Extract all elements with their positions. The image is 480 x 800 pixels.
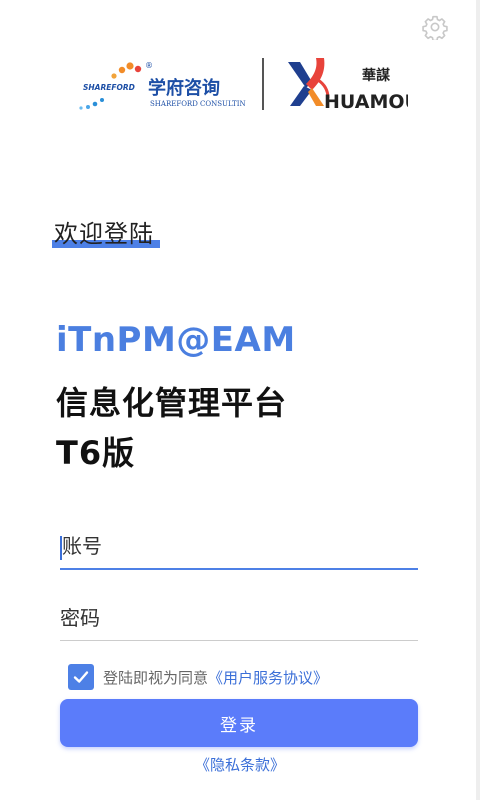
password-field [60, 606, 418, 641]
app-version: T6版 [56, 434, 136, 472]
login-button[interactable]: 登录 [60, 699, 418, 747]
password-underline [60, 640, 418, 641]
brand-logos: ® SHAREFORD 学府咨询 SHAREFORD CONSULTING 華謀… [78, 52, 408, 118]
shareford-en-name: SHAREFORD CONSULTING [150, 100, 246, 108]
welcome-heading: 欢迎登陆 [52, 214, 160, 249]
agreement-checkbox[interactable] [68, 664, 94, 690]
account-input[interactable] [60, 534, 420, 558]
check-icon [73, 671, 89, 683]
password-input[interactable] [60, 606, 418, 630]
text-cursor [60, 536, 62, 560]
app-title-chinese: 信息化管理平台 [56, 384, 288, 422]
agreement-row: 登陆即视为同意《用户服务协议》 [68, 664, 328, 690]
shareford-cn-name: 学府咨询 [148, 77, 220, 99]
gear-icon[interactable] [422, 14, 448, 40]
agreement-prefix: 登陆即视为同意 [103, 668, 209, 687]
huamou-logo: 華謀 HUAMOU [288, 58, 408, 113]
account-field [60, 534, 420, 570]
registered-mark: ® [145, 61, 153, 70]
privacy-link[interactable]: 《隐私条款》 [0, 754, 480, 775]
huamou-en-name: HUAMOU [324, 91, 408, 113]
logo-divider [262, 58, 264, 110]
huamou-cn-name: 華謀 [362, 67, 391, 84]
agreement-text: 登陆即视为同意《用户服务协议》 [103, 667, 328, 688]
app-title-english: iTnPM@EAM [56, 320, 296, 360]
shareford-logo: ® SHAREFORD 学府咨询 SHAREFORD CONSULTING [79, 61, 246, 110]
shareford-mark: SHAREFORD [83, 83, 135, 92]
welcome-text: 欢迎登陆 [54, 220, 154, 248]
screen-edge [476, 0, 480, 800]
user-agreement-link[interactable]: 《用户服务协议》 [208, 669, 328, 687]
account-underline [60, 568, 418, 570]
